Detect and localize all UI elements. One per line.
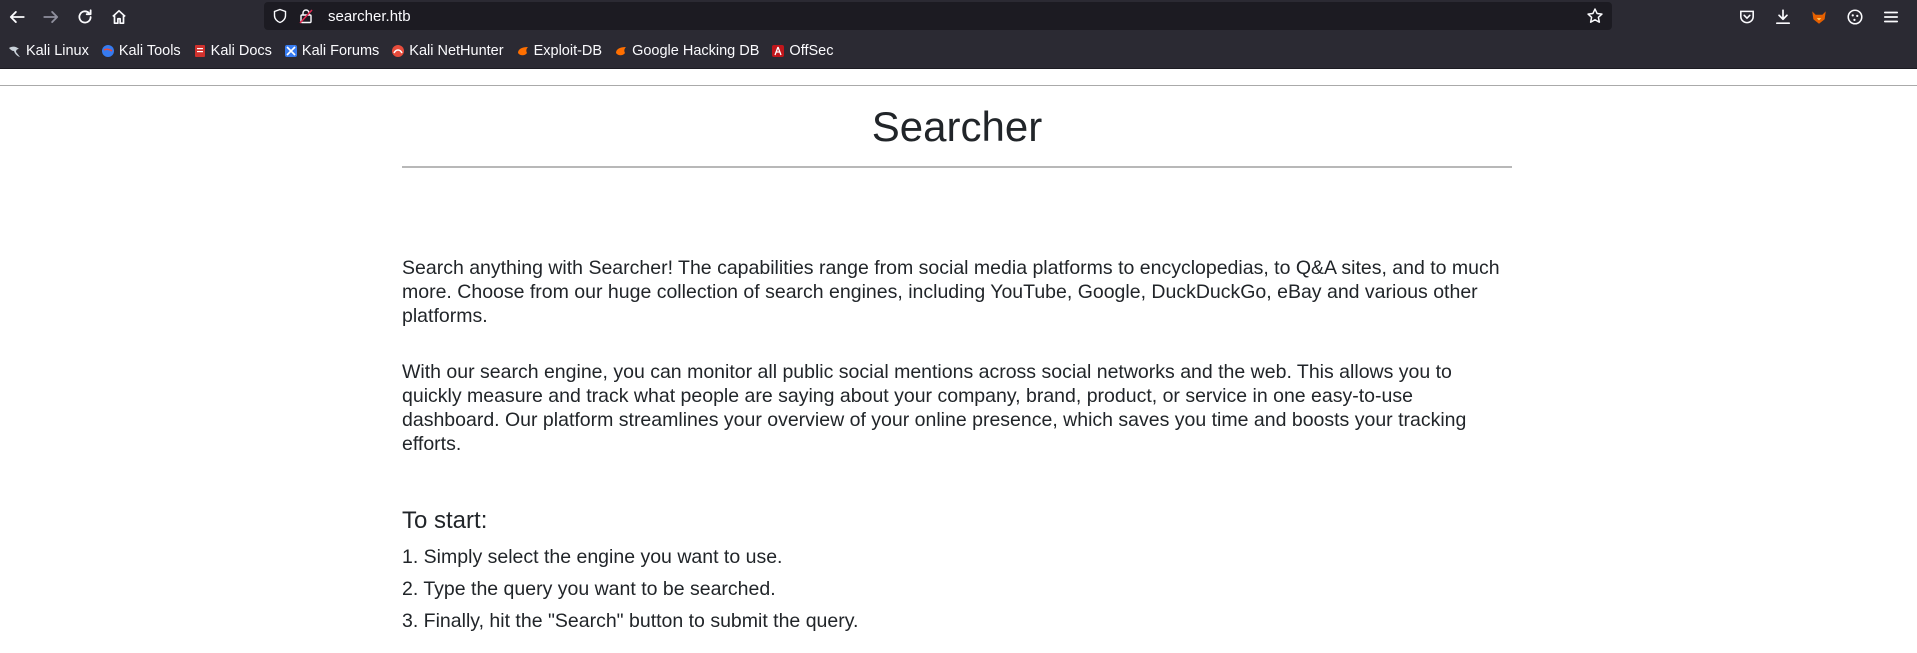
bookmark-google-hacking-db[interactable]: Google Hacking DB — [614, 43, 759, 59]
intro-paragraph: Search anything with Searcher! The capab… — [402, 257, 1500, 327]
bookmark-label: Kali Tools — [118, 42, 181, 59]
home-button[interactable] — [102, 1, 136, 33]
offsec-icon — [771, 44, 785, 58]
fox-extension-icon — [1812, 10, 1826, 24]
back-button[interactable] — [0, 1, 34, 33]
start-heading: To start: — [402, 507, 488, 534]
cookie-icon — [1847, 8, 1863, 25]
bookmark-label: Kali Docs — [210, 42, 272, 59]
step-item: 2. Type the query you want to be searche… — [402, 578, 776, 600]
kali-dragon-icon — [8, 44, 22, 58]
bookmark-label: Google Hacking DB — [632, 42, 760, 59]
bookmark-label: Kali NetHunter — [409, 42, 504, 59]
nethunter-icon — [391, 44, 405, 58]
browser-toolbar: searcher.htb — [0, 0, 1917, 33]
reload-icon — [78, 8, 92, 23]
monitoring-paragraph: With our search engine, you can monitor … — [402, 361, 1467, 455]
home-icon — [112, 9, 126, 24]
insecure-lock-icon[interactable] — [298, 8, 314, 24]
bookmark-kali-docs[interactable]: Kali Docs — [193, 43, 272, 59]
menu-button[interactable] — [1873, 1, 1909, 33]
bookmark-label: Kali Forums — [301, 42, 380, 59]
kali-docs-icon — [193, 44, 207, 58]
hamburger-menu-icon — [1883, 11, 1899, 22]
bookmark-label: Exploit-DB — [533, 42, 603, 59]
exploit-db-icon — [516, 44, 530, 58]
page-title: Searcher — [871, 103, 1043, 150]
arrow-right-icon — [43, 10, 59, 23]
download-icon — [1775, 8, 1791, 24]
bookmark-offsec[interactable]: OffSec — [771, 43, 833, 59]
url-text[interactable]: searcher.htb — [328, 8, 1586, 25]
account-button[interactable] — [1837, 1, 1873, 33]
bookmark-exploit-db[interactable]: Exploit-DB — [516, 42, 603, 59]
bookmark-kali-nethunter[interactable]: Kali NetHunter — [391, 42, 504, 59]
reload-button[interactable] — [68, 1, 102, 33]
page-viewport: Searcher Search anything with Searcher! … — [0, 69, 1917, 653]
kali-forums-icon — [284, 44, 298, 58]
step-item: 1. Simply select the engine you want to … — [402, 546, 783, 568]
pocket-icon — [1740, 10, 1754, 23]
top-divider — [0, 85, 1917, 86]
url-bar[interactable]: searcher.htb — [264, 2, 1612, 30]
bookmark-label: Kali Linux — [26, 42, 89, 59]
kali-tools-icon — [101, 44, 115, 58]
bookmark-kali-forums[interactable]: Kali Forums — [284, 43, 379, 59]
downloads-button[interactable] — [1765, 1, 1801, 33]
pocket-button[interactable] — [1729, 1, 1765, 33]
ghdb-icon — [614, 44, 628, 58]
toolbar-right-icons — [1729, 0, 1909, 33]
bookmark-kali-linux[interactable]: Kali Linux — [8, 43, 89, 59]
steps-list: 1. Simply select the engine you want to … — [402, 541, 858, 637]
bookmark-label: OffSec — [789, 42, 834, 59]
bookmark-kali-tools[interactable]: Kali Tools — [101, 43, 181, 59]
bookmarks-toolbar: Kali Linux Kali Tools Kali Docs Kali For… — [0, 33, 1917, 69]
extension-button[interactable] — [1801, 1, 1837, 33]
title-divider — [402, 166, 1512, 168]
tracking-shield-icon[interactable] — [272, 8, 288, 24]
bookmark-star-icon[interactable] — [1586, 7, 1604, 25]
forward-button[interactable] — [34, 1, 68, 33]
arrow-left-icon — [9, 10, 25, 23]
step-item: 3. Finally, hit the "Search" button to s… — [402, 610, 859, 632]
